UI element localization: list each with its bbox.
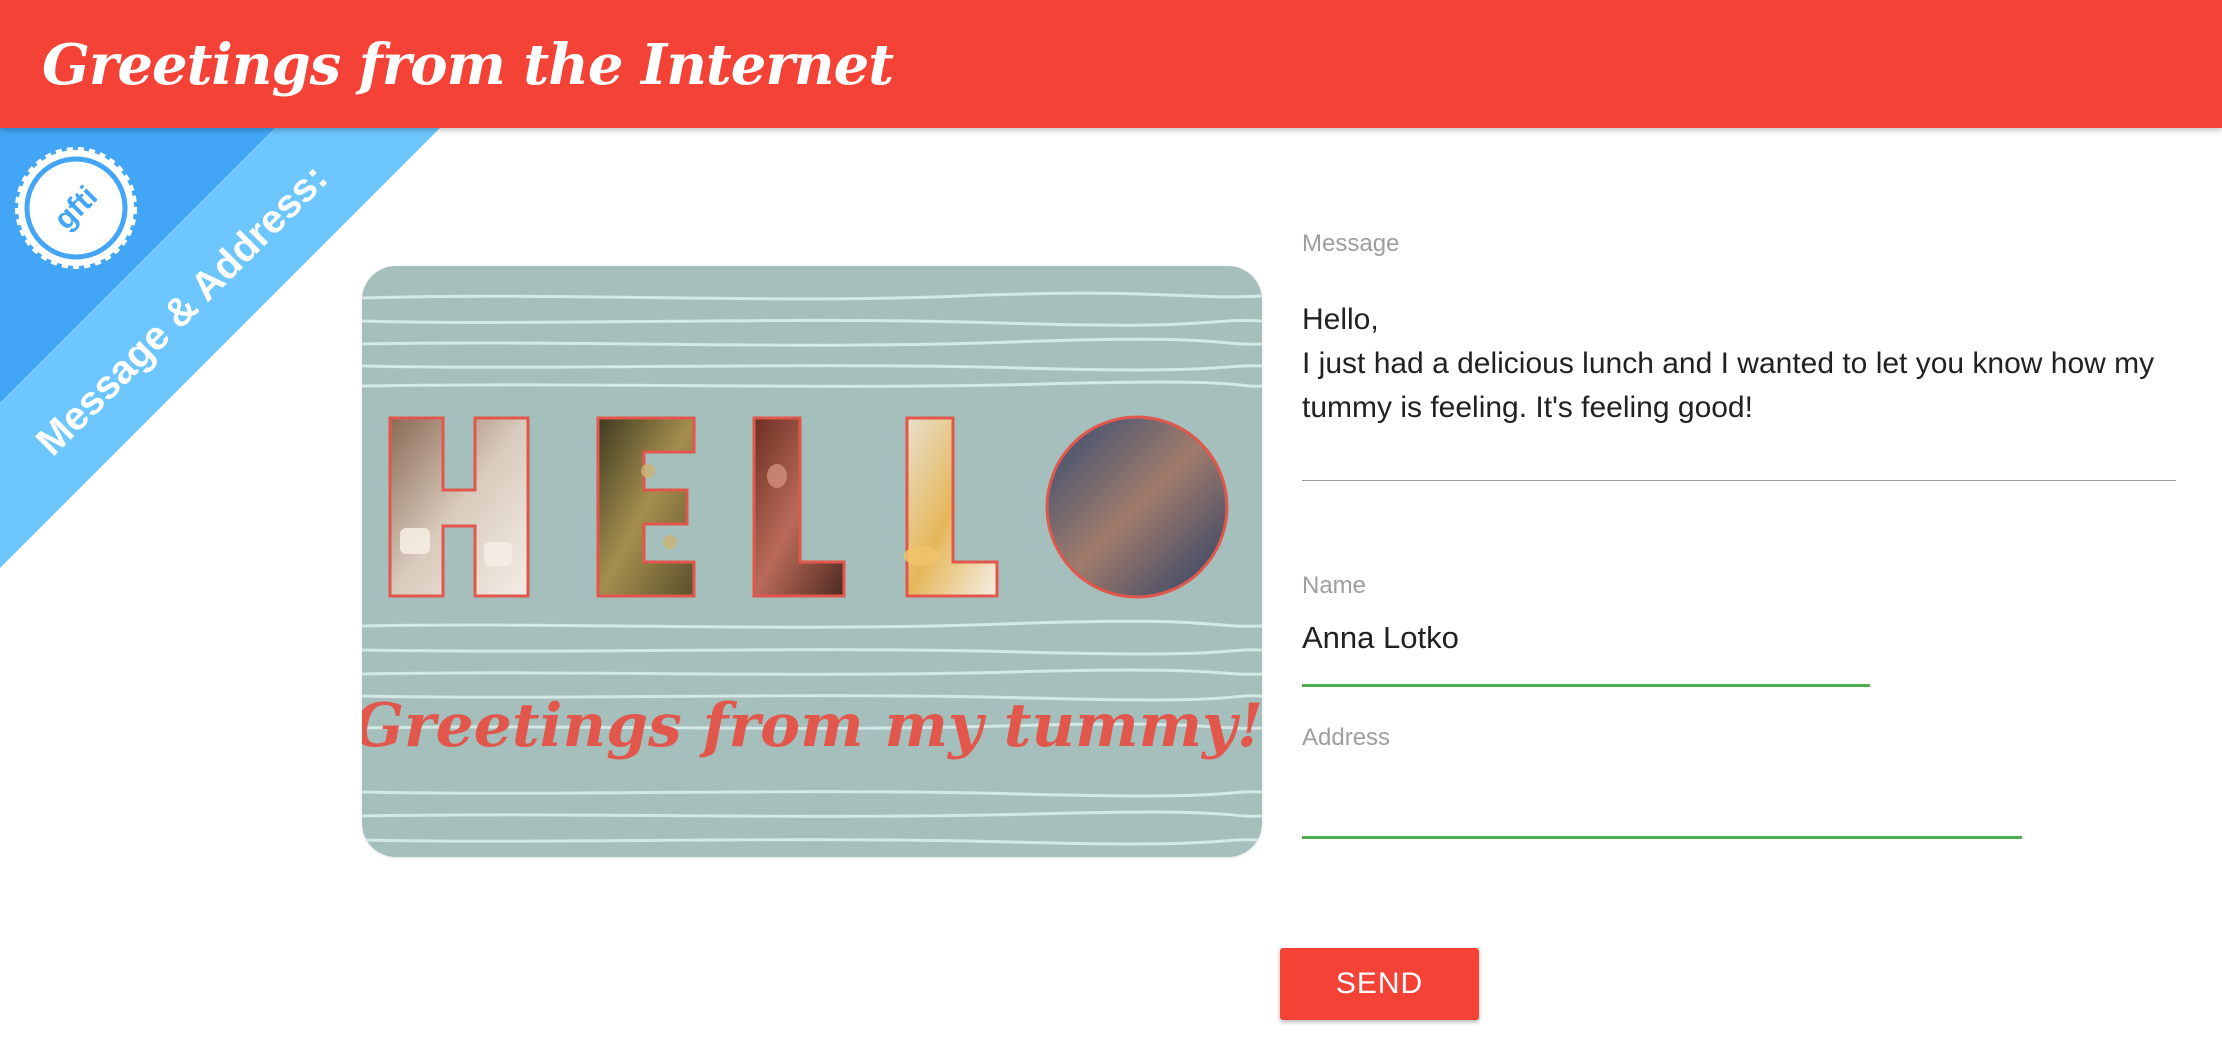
message-label: Message	[1302, 230, 1400, 257]
card-hello-headline	[388, 415, 1229, 599]
card-letter-l	[752, 416, 846, 598]
card-tagline: Greetings from my tummy!	[362, 691, 1262, 761]
greeting-form: Message Hello, I just had a delicious lu…	[1302, 0, 2182, 1061]
card-letter-e	[596, 416, 696, 598]
name-underline	[1302, 684, 1870, 687]
gfti-badge-icon: gfti	[15, 147, 137, 269]
address-input[interactable]	[1302, 760, 2022, 832]
message-underline	[1302, 480, 2176, 481]
name-label: Name	[1302, 572, 1367, 599]
app-bar: Greetings from the Internet	[0, 0, 2222, 128]
step-banner: gfti Message & Address:	[0, 128, 450, 578]
name-input[interactable]: Anna Lotko	[1302, 620, 1459, 656]
address-label: Address	[1302, 724, 1391, 751]
message-textarea[interactable]: Hello, I just had a delicious lunch and …	[1302, 298, 2178, 430]
card-letter-l	[905, 416, 999, 598]
address-underline	[1302, 836, 2022, 839]
card-preview: Greetings from my tummy!	[362, 266, 1262, 857]
card-letter-o	[1045, 415, 1229, 599]
app-title: Greetings from the Internet	[42, 32, 894, 98]
send-button[interactable]: SEND	[1280, 948, 1479, 1020]
